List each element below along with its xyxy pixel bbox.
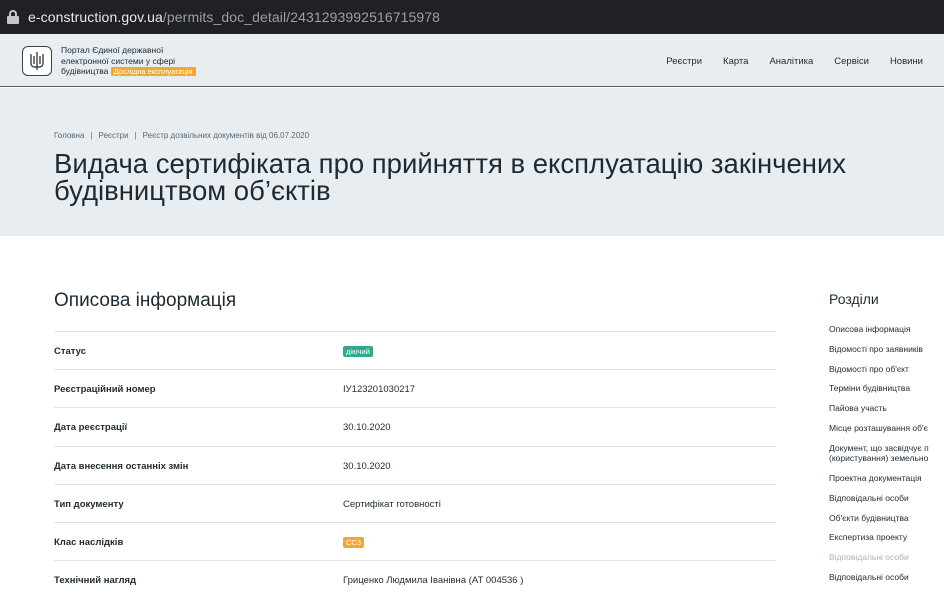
section-link[interactable]: Документ, що засвідчує п xyxy=(829,443,944,454)
section-link[interactable]: Пайова участь xyxy=(829,403,944,414)
section-link-disabled[interactable]: Відповідальні особи xyxy=(829,552,944,563)
url-host: e-construction.gov.ua xyxy=(28,9,163,25)
portal-name-line3: будівництва xyxy=(61,66,109,76)
field-label: Дата реєстрації xyxy=(54,422,128,434)
main-nav: Реєстри Карта Аналітика Сервіси Новини xyxy=(666,56,923,67)
consequence-class-badge: СС3 xyxy=(343,536,365,548)
nav-registries[interactable]: Реєстри xyxy=(666,56,702,67)
nav-services[interactable]: Сервіси xyxy=(834,56,869,67)
section-link[interactable]: Відомості про об'єкт xyxy=(829,364,944,375)
table-row: Клас наслідків СС3 xyxy=(54,521,776,560)
portal-name-line1: Портал Єдиної державної xyxy=(61,45,164,55)
section-link[interactable]: Описова інформація xyxy=(829,324,944,335)
details-table: Статус діючий Реєстраційний номер ІУ1232… xyxy=(54,331,776,598)
sections-nav: Описова інформація Відомості про заявник… xyxy=(829,324,944,592)
section-title: Описова інформація xyxy=(54,290,237,311)
field-label: Реєстраційний номер xyxy=(54,384,156,396)
field-value: 30.10.2020 xyxy=(343,460,391,472)
field-label: Дата внесення останніх змін xyxy=(54,460,189,472)
section-link[interactable]: Експертиза проекту xyxy=(829,532,944,543)
breadcrumb-current[interactable]: Реєстр дозвільних документів від 06.07.2… xyxy=(143,131,309,140)
field-label: Технічний нагляд xyxy=(54,575,137,587)
table-row: Дата реєстрації 30.10.2020 xyxy=(54,407,776,445)
nav-analytics[interactable]: Аналітика xyxy=(769,56,813,67)
table-row: Дата внесення останніх змін 30.10.2020 xyxy=(54,445,776,484)
table-row: Тип документу Сертифікат готовності xyxy=(54,483,776,522)
url-text[interactable]: e-construction.gov.ua/permits_doc_detail… xyxy=(28,9,440,25)
url-path: /permits_doc_detail/2431293992516715978 xyxy=(162,9,441,25)
breadcrumb: Головна | Реєстри | Реєстр дозвільних до… xyxy=(54,131,309,140)
lock-icon xyxy=(7,10,19,24)
page-title: Видача сертифіката про прийняття в експл… xyxy=(54,148,944,206)
field-value: Гриценко Людмила Іванівна (АТ 004536 ) xyxy=(343,575,524,587)
page-title-line2: будівництвом об’єктів xyxy=(54,175,331,206)
field-label: Статус xyxy=(54,346,87,357)
section-link[interactable]: Відомості про заявників xyxy=(829,344,944,355)
section-link[interactable]: Відповідальні особи xyxy=(829,572,944,583)
portal-name[interactable]: Портал Єдиної державної електронної сист… xyxy=(61,45,221,77)
section-link[interactable]: Терміни будівництва xyxy=(829,383,944,394)
page-title-line1: Видача сертифіката про прийняття в експл… xyxy=(54,148,847,179)
page-hero: Головна | Реєстри | Реєстр дозвільних до… xyxy=(0,88,944,236)
section-link[interactable]: (користування) земельно xyxy=(829,453,944,464)
status-badge: діючий xyxy=(343,346,373,357)
nav-map[interactable]: Карта xyxy=(723,56,748,67)
field-value: ІУ123201030217 xyxy=(343,384,416,396)
table-row: Технічний нагляд Гриценко Людмила Іванів… xyxy=(54,560,776,598)
field-label: Клас наслідків xyxy=(54,536,124,548)
field-value: 30.10.2020 xyxy=(343,422,391,434)
section-link[interactable]: Об'єкти будівництва xyxy=(829,513,944,524)
table-row: Статус діючий xyxy=(54,331,776,369)
field-label: Тип документу xyxy=(54,498,124,510)
site-header: Портал Єдиної державної електронної сист… xyxy=(0,34,944,87)
portal-name-line2: електронної системи у сфері xyxy=(61,55,176,66)
trident-logo-icon[interactable] xyxy=(22,46,52,76)
breadcrumb-home[interactable]: Головна xyxy=(54,131,84,140)
nav-news[interactable]: Новини xyxy=(890,56,923,67)
table-row: Реєстраційний номер ІУ123201030217 xyxy=(54,369,776,407)
sections-title: Розділи xyxy=(829,291,879,307)
field-value: Сертифікат готовності xyxy=(343,498,441,510)
trial-badge: Дослідна експлуатація xyxy=(110,67,196,76)
section-link[interactable]: Місце розташування об'є xyxy=(829,423,944,434)
section-link[interactable]: Відповідальні особи xyxy=(829,493,944,504)
breadcrumb-separator: | xyxy=(134,131,137,140)
breadcrumb-registries[interactable]: Реєстри xyxy=(98,131,128,140)
section-link[interactable]: Проектна документація xyxy=(829,473,944,484)
field-value: СС3 xyxy=(343,536,365,548)
breadcrumb-separator: | xyxy=(90,131,93,140)
browser-address-bar[interactable]: e-construction.gov.ua/permits_doc_detail… xyxy=(0,0,944,34)
field-value: діючий xyxy=(343,346,373,357)
